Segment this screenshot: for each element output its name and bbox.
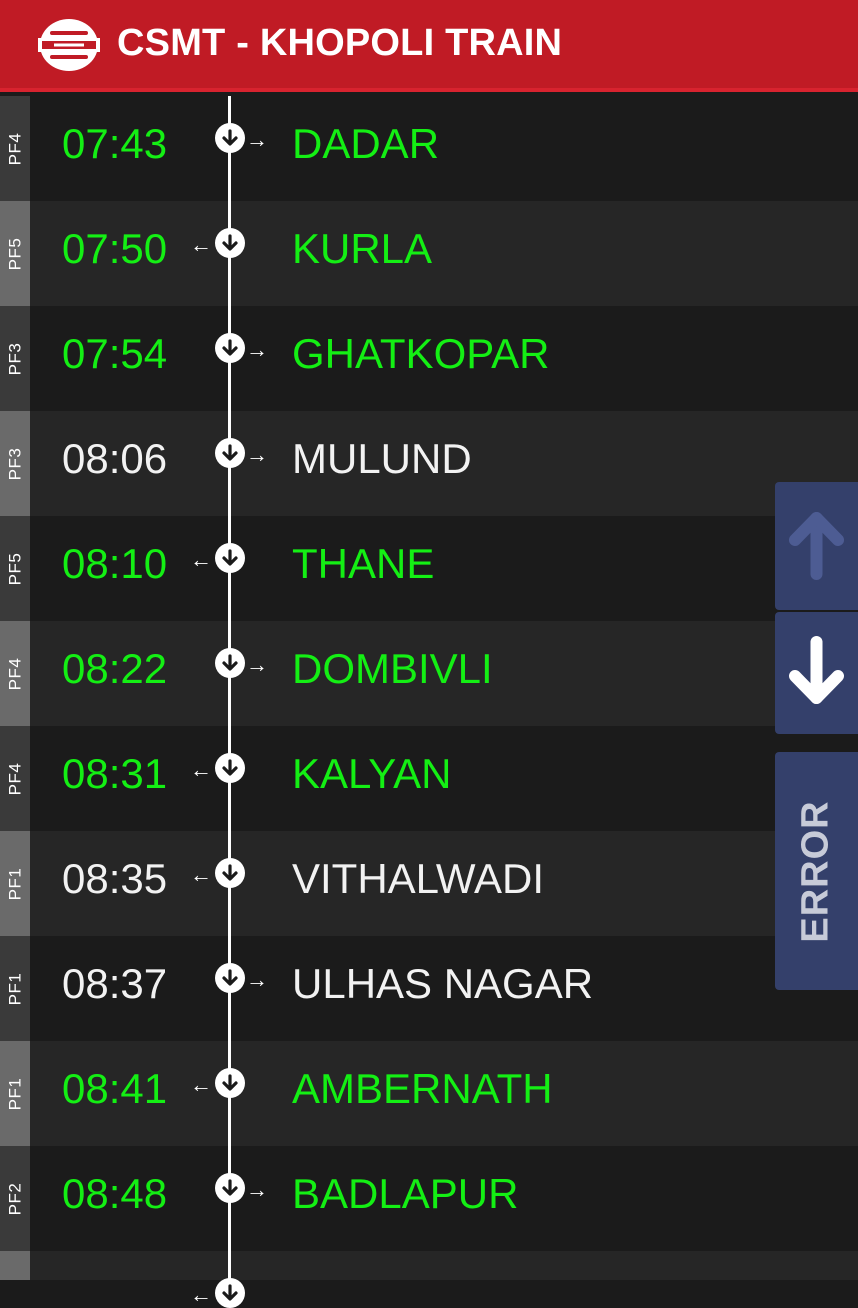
stop-row[interactable]: PF4 07:43 DADAR	[0, 96, 858, 201]
stop-node-icon	[215, 1278, 245, 1308]
page-title: CSMT - KHOPOLI TRAIN	[117, 22, 563, 64]
stop-node-icon	[215, 228, 245, 258]
platform-side-right-icon: →	[246, 127, 268, 152]
platform-label: PF3	[5, 342, 24, 375]
stop-node-icon	[215, 1173, 245, 1203]
platform-badge: PF4	[0, 96, 30, 201]
stop-time: 08:10	[62, 540, 168, 587]
platform-side-left-icon: ←	[190, 232, 212, 257]
stop-node-icon	[215, 333, 245, 363]
error-label: ERROR	[795, 799, 838, 943]
railway-logo-icon	[38, 19, 100, 71]
station-name: GHATKOPAR	[292, 330, 550, 377]
stop-node-icon	[215, 123, 245, 153]
stop-row[interactable]: PF1 08:35 VITHALWADI	[0, 831, 858, 936]
stop-row[interactable]	[0, 1251, 858, 1280]
platform-badge: PF5	[0, 201, 30, 306]
stop-node-icon	[215, 753, 245, 783]
station-name: ULHAS NAGAR	[292, 960, 594, 1007]
platform-side-left-icon: ←	[190, 862, 212, 887]
arrow-down-icon	[789, 636, 844, 704]
station-name: DADAR	[292, 120, 440, 167]
stop-time: 07:50	[62, 225, 168, 272]
platform-badge: PF3	[0, 306, 30, 411]
platform-badge: PF2	[0, 1146, 30, 1251]
platform-label: PF4	[5, 132, 24, 165]
platform-label: PF3	[5, 447, 24, 480]
stop-node-icon	[215, 438, 245, 468]
platform-badge: PF4	[0, 726, 30, 831]
platform-side-right-icon: →	[246, 652, 268, 677]
scroll-up-button[interactable]	[775, 482, 858, 610]
stop-time: 08:37	[62, 960, 168, 1007]
stop-time: 08:22	[62, 645, 168, 692]
stop-row[interactable]: PF3 07:54 GHATKOPAR	[0, 306, 858, 411]
platform-label: PF5	[5, 552, 24, 585]
stop-time: 07:43	[62, 120, 168, 167]
platform-badge: PF1	[0, 1041, 30, 1146]
station-name: THANE	[292, 540, 435, 587]
platform-badge: PF4	[0, 621, 30, 726]
platform-badge: PF1	[0, 831, 30, 936]
stop-node-icon	[215, 963, 245, 993]
station-name: MULUND	[292, 435, 472, 482]
stop-node-icon	[215, 858, 245, 888]
app-header: CSMT - KHOPOLI TRAIN	[0, 0, 858, 92]
platform-label: PF1	[5, 1077, 24, 1110]
arrow-up-icon	[789, 512, 844, 580]
station-name: BADLAPUR	[292, 1170, 519, 1217]
platform-side-right-icon: →	[246, 1177, 268, 1202]
route-timeline	[228, 96, 231, 1280]
station-name: VITHALWADI	[292, 855, 545, 902]
platform-label: PF1	[5, 972, 24, 1005]
stop-time: 07:54	[62, 330, 168, 377]
station-name: KURLA	[292, 225, 433, 272]
stop-time: 08:35	[62, 855, 168, 902]
station-name: DOMBIVLI	[292, 645, 493, 692]
station-name: KALYAN	[292, 750, 452, 797]
platform-side-left-icon: ←	[190, 1282, 212, 1307]
scroll-down-button[interactable]	[775, 612, 858, 734]
stop-node-icon	[215, 543, 245, 573]
platform-side-left-icon: ←	[190, 757, 212, 782]
platform-label: PF5	[5, 237, 24, 270]
stop-row[interactable]: PF5 08:10 THANE	[0, 516, 858, 621]
stop-time: 08:31	[62, 750, 168, 797]
platform-label: PF4	[5, 762, 24, 795]
stop-row[interactable]: PF4 08:22 DOMBIVLI	[0, 621, 858, 726]
stop-time: 08:41	[62, 1065, 168, 1112]
platform-side-left-icon: ←	[190, 547, 212, 572]
platform-label: PF2	[5, 1182, 24, 1215]
stop-row[interactable]: PF2 08:48 BADLAPUR	[0, 1146, 858, 1251]
platform-side-left-icon: ←	[190, 1072, 212, 1097]
stop-node-icon	[215, 648, 245, 678]
stop-time: 08:06	[62, 435, 168, 482]
platform-badge	[0, 1251, 30, 1280]
stop-row[interactable]: PF3 08:06 MULUND	[0, 411, 858, 516]
stop-row[interactable]: PF5 07:50 KURLA	[0, 201, 858, 306]
platform-badge: PF5	[0, 516, 30, 621]
stop-time: 08:48	[62, 1170, 168, 1217]
platform-side-right-icon: →	[246, 442, 268, 467]
stop-row[interactable]: PF4 08:31 KALYAN	[0, 726, 858, 831]
stop-list[interactable]: PF4 07:43 DADAR PF5 07:50 KURLA PF3 07:54 GHATKO…	[0, 96, 858, 1280]
platform-badge: PF3	[0, 411, 30, 516]
stop-row[interactable]: PF1 08:37 ULHAS NAGAR	[0, 936, 858, 1041]
platform-badge: PF1	[0, 936, 30, 1041]
station-name: AMBERNATH	[292, 1065, 553, 1112]
stop-node-icon	[215, 1068, 245, 1098]
platform-side-right-icon: →	[246, 967, 268, 992]
platform-label: PF4	[5, 657, 24, 690]
platform-label: PF1	[5, 867, 24, 900]
error-button[interactable]: ERROR	[775, 752, 858, 990]
stop-row[interactable]: PF1 08:41 AMBERNATH	[0, 1041, 858, 1146]
platform-side-right-icon: →	[246, 337, 268, 362]
